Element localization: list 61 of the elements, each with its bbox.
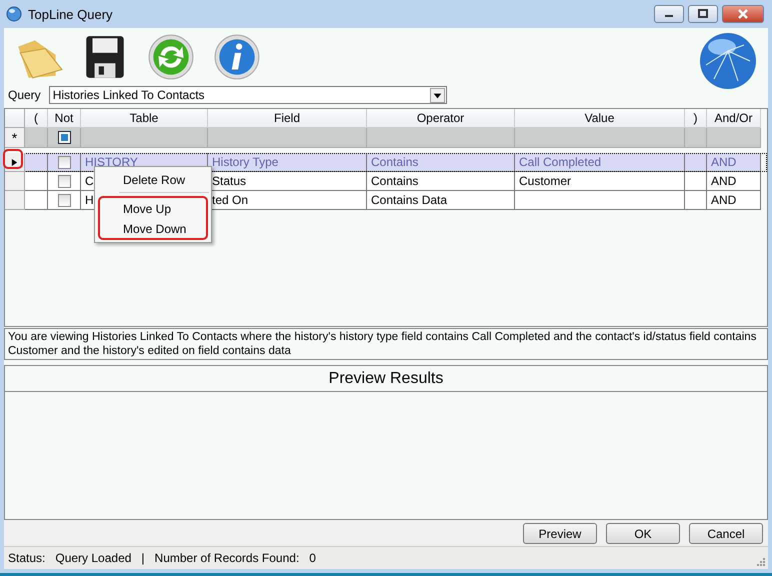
table-cell <box>685 191 707 210</box>
table-cell[interactable] <box>685 128 707 148</box>
column-header[interactable]: Operator <box>367 109 515 128</box>
table-cell[interactable] <box>81 128 208 148</box>
globe-icon <box>698 31 758 91</box>
globe-icon <box>6 6 22 22</box>
query-description: You are viewing Histories Linked To Contacts where the history's history type field contains Call Completed and the contact's id/status field contains Customer and the history's edited on field contains data <box>4 328 768 360</box>
column-header[interactable]: And/Or <box>707 109 761 128</box>
minimize-button[interactable] <box>654 5 684 23</box>
menu-item[interactable]: Delete Row <box>95 169 211 189</box>
column-header[interactable]: Value <box>515 109 685 128</box>
dialog-button[interactable]: Preview <box>523 523 597 544</box>
table-cell: AND <box>707 172 761 191</box>
close-button[interactable] <box>722 5 764 23</box>
table-cell: Contains <box>367 153 515 172</box>
table-cell[interactable] <box>367 128 515 148</box>
table-cell[interactable] <box>25 128 48 148</box>
maximize-icon <box>697 9 709 19</box>
table-cell: AND <box>707 153 761 172</box>
close-icon <box>737 9 749 19</box>
query-dropdown[interactable]: Histories Linked To Contacts <box>48 86 447 104</box>
menu-item[interactable]: Move Down <box>100 218 206 238</box>
table-cell: Call Completed <box>515 153 685 172</box>
column-header[interactable]: ) <box>685 109 707 128</box>
table-cell: AND <box>707 191 761 210</box>
column-header[interactable]: ( <box>25 109 48 128</box>
table-cell <box>685 172 707 191</box>
query-label: Query <box>8 88 41 102</box>
column-header[interactable]: Not <box>48 109 81 128</box>
refresh-icon[interactable] <box>146 32 196 82</box>
table-cell <box>685 153 707 172</box>
maximize-button[interactable] <box>688 5 718 23</box>
info-icon[interactable] <box>212 32 262 82</box>
resize-grip-icon[interactable] <box>755 556 765 566</box>
dialog-button[interactable]: OK <box>606 523 680 544</box>
checkbox[interactable] <box>58 156 70 168</box>
selected-row[interactable]: HISTORY History Type Contains Call Completed AND <box>5 153 767 172</box>
table-cell[interactable] <box>515 128 685 148</box>
column-header[interactable]: Table <box>81 109 208 128</box>
table-cell: Contains <box>367 172 515 191</box>
checkbox[interactable] <box>58 131 70 144</box>
checkbox[interactable] <box>58 174 70 188</box>
window-title: TopLine Query <box>28 6 113 22</box>
table-cell[interactable] <box>208 128 367 148</box>
records-label: Number of Records Found: <box>154 551 300 565</box>
table-cell <box>25 153 48 172</box>
records-count: 0 <box>309 551 316 565</box>
preview-title: Preview Results <box>5 366 767 392</box>
status-text: Query Loaded <box>55 551 132 565</box>
column-header[interactable]: Field <box>208 109 367 128</box>
table-cell: Contains Data <box>367 191 515 210</box>
checkbox[interactable] <box>58 194 70 206</box>
status-label: Status: <box>8 551 46 565</box>
dialog-button[interactable]: Cancel <box>689 523 763 544</box>
status-separator: | <box>141 551 145 565</box>
corner-cell <box>5 109 25 128</box>
table-cell[interactable] <box>48 128 81 148</box>
table-cell: Customer <box>515 172 685 191</box>
table-cell: History Type <box>208 153 367 172</box>
new-row-marker: * <box>5 128 25 148</box>
table-cell[interactable] <box>707 128 761 148</box>
